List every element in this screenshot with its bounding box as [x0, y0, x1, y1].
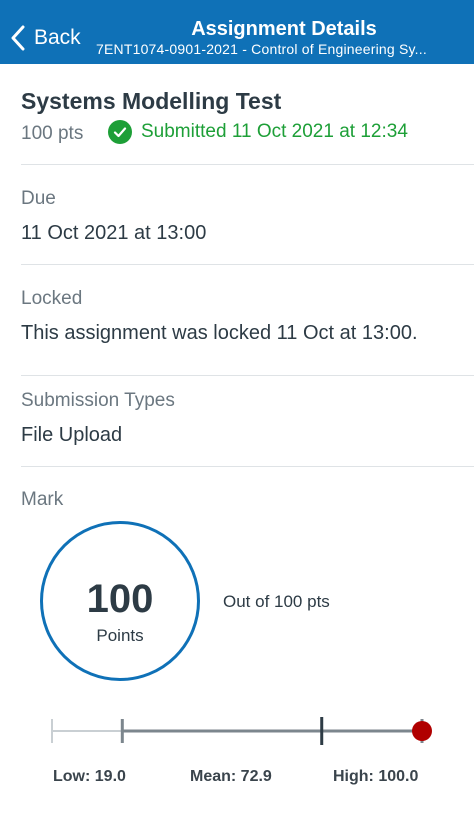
score-value: 100 [86, 577, 154, 621]
locked-label: Locked [21, 288, 83, 309]
back-label: Back [34, 26, 81, 49]
score-circle: 100 Points [40, 521, 200, 681]
assignment-title: Systems Modelling Test [21, 88, 282, 114]
submission-status-text: Submitted 11 Oct 2021 at 12:34 [141, 121, 408, 142]
your-score-marker [412, 721, 432, 741]
submission-types-label: Submission Types [21, 390, 175, 411]
back-button[interactable]: Back [10, 20, 81, 56]
submission-status: Submitted 11 Oct 2021 at 12:34 [108, 120, 408, 144]
stats-low: Low: 19.0 [53, 768, 126, 785]
nav-title: Assignment Details [191, 18, 377, 40]
divider [21, 264, 474, 265]
check-circle-icon [108, 120, 132, 144]
assignment-points: 100 pts [21, 123, 84, 144]
stats-mean: Mean: 72.9 [190, 768, 272, 785]
score-distribution-bar [51, 717, 432, 745]
nav-bar: Back Assignment Details 7ENT1074-0901-20… [0, 0, 474, 64]
submission-types-value: File Upload [21, 424, 123, 446]
score-unit-label: Points [96, 626, 144, 645]
chevron-left-icon [11, 25, 25, 51]
divider [21, 466, 474, 467]
divider [21, 375, 474, 376]
nav-subtitle: 7ENT1074-0901-2021 - Control of Engineer… [96, 41, 427, 57]
mark-label: Mark [21, 489, 64, 510]
locked-value: This assignment was locked 11 Oct at 13:… [21, 322, 418, 344]
divider [21, 164, 474, 165]
stats-high: High: 100.0 [333, 768, 419, 785]
due-label: Due [21, 188, 56, 209]
score-out-of: Out of 100 pts [223, 592, 330, 611]
due-value: 11 Oct 2021 at 13:00 [21, 222, 207, 244]
